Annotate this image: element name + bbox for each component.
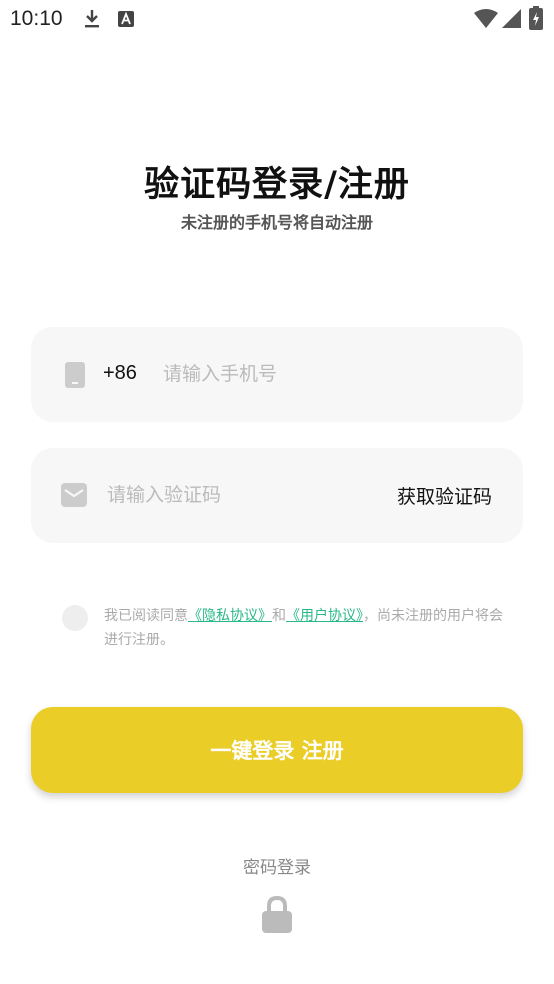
get-code-button[interactable]: 获取验证码: [397, 482, 492, 509]
lock-icon[interactable]: [261, 895, 293, 933]
keyboard-a-icon: [118, 11, 134, 27]
agreement-text-before: 我已阅读同意: [104, 608, 188, 624]
phone-icon: [65, 362, 85, 388]
agreement-checkbox[interactable]: [62, 605, 88, 631]
phone-field: +86: [31, 327, 523, 422]
mail-icon: [61, 483, 87, 507]
code-field: 获取验证码: [31, 448, 523, 543]
page-subtitle: 未注册的手机号将自动注册: [180, 213, 373, 232]
one-click-login-button[interactable]: 一键登录 注册: [31, 707, 523, 793]
signal-icon: [502, 9, 521, 28]
password-login-link[interactable]: 密码登录: [0, 853, 554, 878]
agreement-text: 我已阅读同意《隐私协议》和《用户协议》，尚未注册的用户将会进行注册。: [104, 604, 504, 652]
privacy-policy-link[interactable]: 《隐私协议》: [188, 608, 272, 624]
wifi-icon: [474, 9, 498, 28]
phone-input[interactable]: [163, 358, 493, 390]
agreement-text-and: 和: [272, 608, 286, 624]
page-title: 验证码登录/注册: [144, 165, 410, 205]
status-bar: 10:10: [0, 0, 554, 38]
download-icon: [85, 10, 99, 28]
battery-charging-icon: [529, 6, 543, 30]
user-agreement-link[interactable]: 《用户协议》: [286, 608, 363, 624]
status-time: 10:10: [10, 7, 63, 30]
code-input[interactable]: [107, 479, 367, 511]
country-code-prefix[interactable]: +86: [103, 362, 137, 385]
